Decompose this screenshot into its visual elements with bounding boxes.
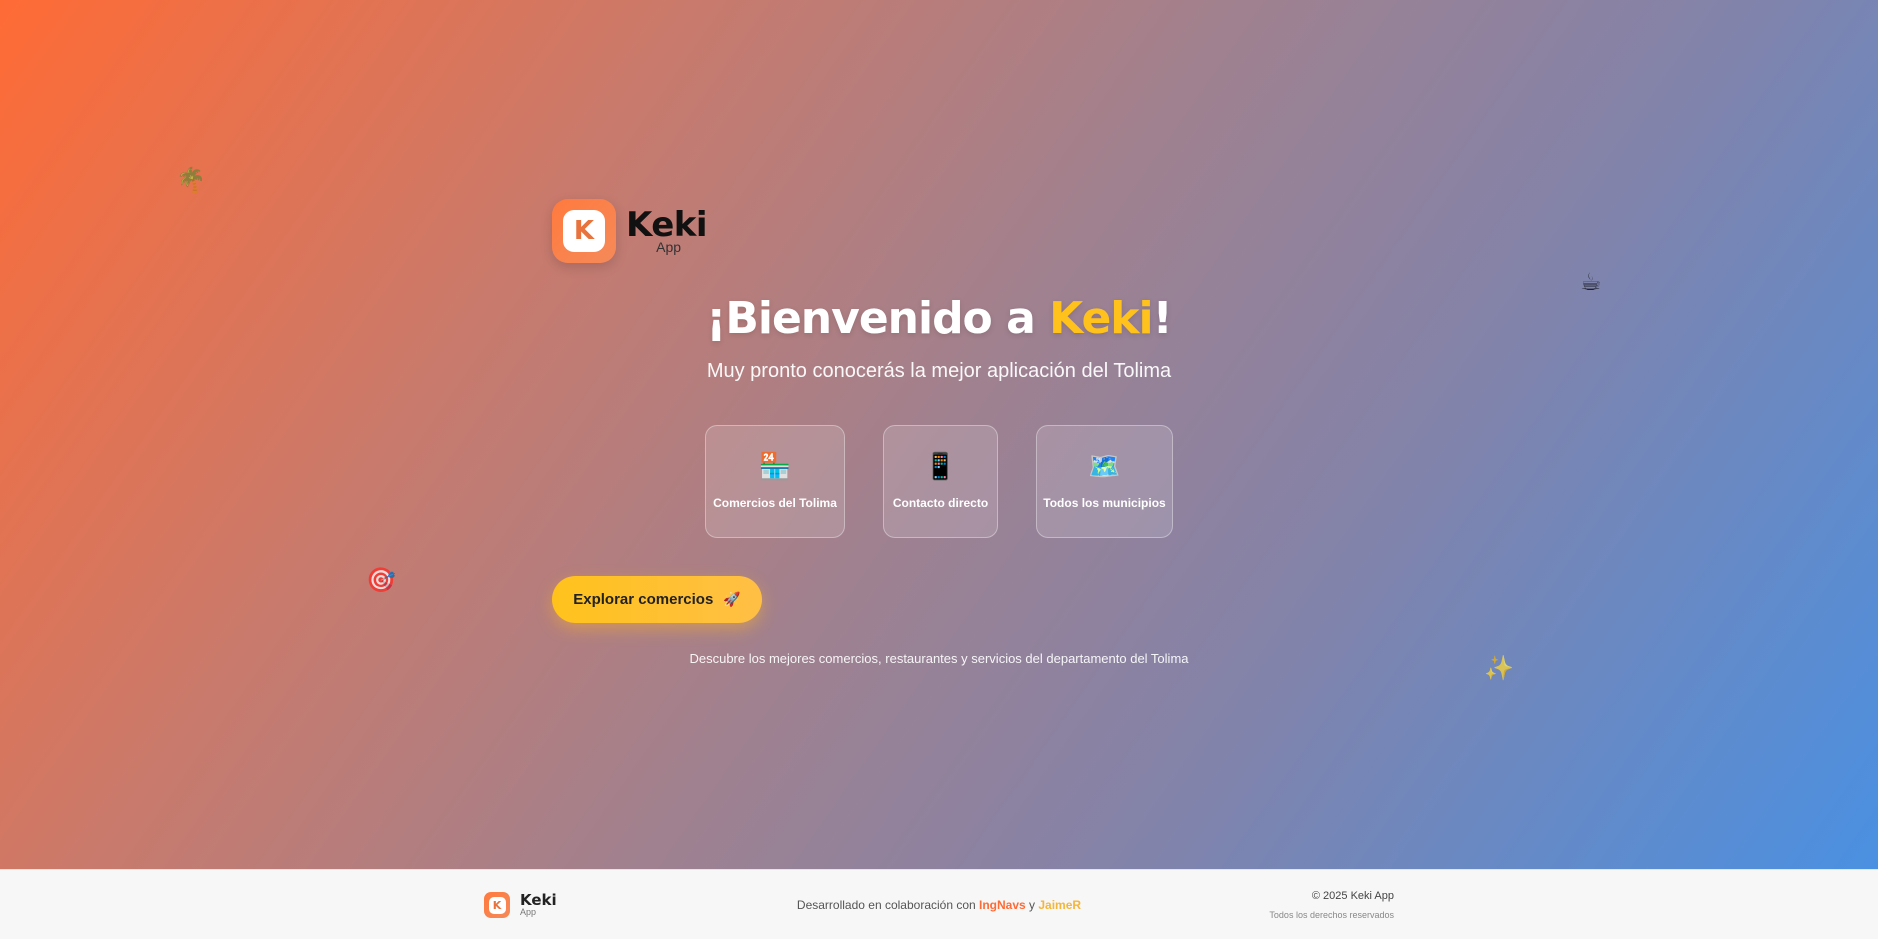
rocket-icon: 🚀 (723, 591, 741, 608)
logo-tile: K (552, 199, 616, 263)
credits-prefix: Desarrollado en colaboración con (796, 898, 980, 912)
page-subtitle: Muy pronto conocerás la mejor aplicación… (706, 360, 1172, 382)
map-icon: 🗺️ (1088, 452, 1121, 482)
copyright-block: © 2025 Keki App Todos los derechos reser… (1269, 890, 1394, 920)
target-icon: 🎯 (366, 566, 396, 594)
feature-label: Comercios del Tolima (713, 496, 837, 510)
feature-card-contacto: 📱 Contacto directo (883, 425, 998, 538)
feature-card-comercios: 🏪 Comercios del Tolima (705, 425, 845, 538)
title-prefix: ¡Bienvenido a (706, 293, 1050, 344)
feature-label: Contacto directo (892, 496, 989, 510)
palm-tree-icon: 🌴 (176, 166, 206, 194)
title-suffix: ! (1152, 293, 1173, 344)
copyright-text: © 2025 Keki App (1311, 890, 1394, 902)
hero-section: 🌴 ☕ 🎯 ✨ K Keki App ¡Bienvenido a Keki! M… (0, 0, 1878, 869)
explore-button[interactable]: Explorar comercios 🚀 (552, 576, 762, 623)
brand-logo[interactable]: K Keki App (552, 199, 708, 263)
page-title: ¡Bienvenido a Keki! (0, 293, 1878, 344)
feature-card-municipios: 🗺️ Todos los municipios (1036, 425, 1173, 538)
rights-text: Todos los derechos reservados (1269, 910, 1394, 920)
logo-k-icon: K (563, 210, 605, 252)
logo-text: Keki App (626, 205, 708, 255)
feature-label: Todos los municipios (1043, 496, 1166, 510)
credits-joiner: y (1025, 898, 1039, 912)
tagline: Descubre los mejores comercios, restaura… (689, 651, 1189, 666)
footer-credits: Desarrollado en colaboración con IngNavs… (0, 898, 1878, 912)
coffee-icon: ☕ (1580, 268, 1602, 296)
mobile-phone-icon: 📱 (924, 452, 957, 482)
convenience-store-icon: 🏪 (758, 452, 792, 482)
explore-button-label: Explorar comercios (573, 591, 714, 608)
logo-name: Keki (626, 205, 708, 245)
partner-link-jaimer[interactable]: JaimeR (1038, 898, 1081, 912)
title-brand: Keki (1049, 293, 1154, 344)
partner-link-ingnavs[interactable]: IngNavs (979, 898, 1026, 912)
logo-subtitle: App (656, 239, 682, 255)
